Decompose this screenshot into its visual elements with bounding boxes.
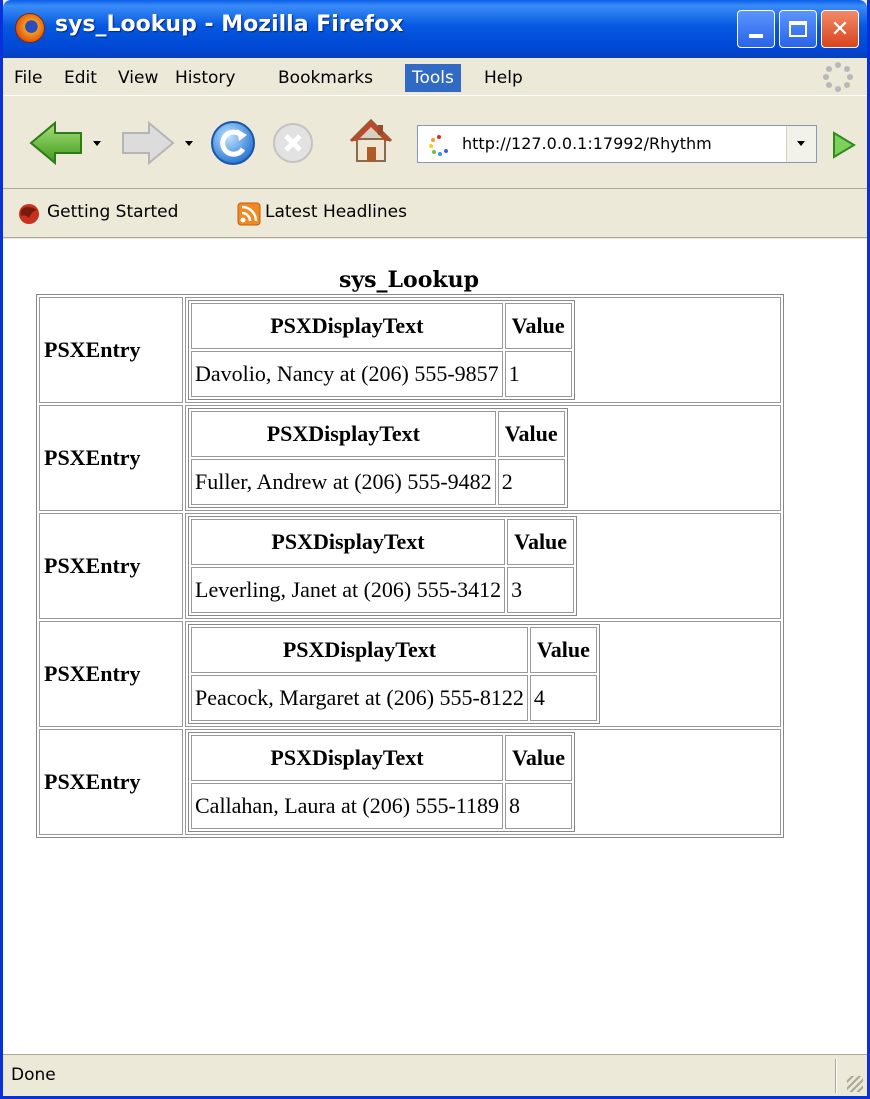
table-row: PSXEntry PSXDisplayText Value Davolio, N…	[39, 297, 781, 403]
close-icon: ✕	[830, 16, 850, 42]
home-icon[interactable]	[347, 117, 395, 165]
maximize-icon	[789, 21, 807, 37]
bookmarks-toolbar: Getting Started Latest Headlines	[3, 190, 867, 238]
display-text-cell: Fuller, Andrew at (206) 555-9482	[191, 459, 496, 505]
page-content: sys_Lookup PSXEntry PSXDisplayText Value…	[3, 239, 867, 1054]
entry-table: PSXDisplayText Value Peacock, Margaret a…	[188, 624, 600, 724]
menu-bar: File Edit View History Bookmarks Tools H…	[3, 58, 867, 96]
display-text-cell: Callahan, Laura at (206) 555-1189	[191, 783, 504, 829]
display-text-header: PSXDisplayText	[191, 735, 504, 781]
address-bar[interactable]: http://127.0.0.1:17992/Rhythm	[417, 125, 817, 163]
bookmark-latest-headlines[interactable]: Latest Headlines	[265, 202, 407, 222]
display-text-header: PSXDisplayText	[191, 303, 503, 349]
table-row: PSXEntry PSXDisplayText Value Fuller, An…	[39, 405, 781, 511]
entry-table: PSXDisplayText Value Davolio, Nancy at (…	[188, 300, 575, 400]
value-header: Value	[504, 303, 572, 349]
bookmark-getting-started[interactable]: Getting Started	[47, 202, 178, 222]
display-text-cell: Davolio, Nancy at (206) 555-9857	[191, 351, 503, 397]
entry-label: PSXEntry	[39, 729, 183, 835]
value-header: Value	[529, 627, 597, 673]
browser-window: sys_Lookup - Mozilla Firefox ✕ File Edit…	[0, 0, 870, 1099]
address-history-dropdown[interactable]	[786, 126, 816, 162]
entry-table: PSXDisplayText Value Leverling, Janet at…	[188, 516, 578, 616]
status-divider	[835, 1059, 837, 1093]
forward-history-dropdown-icon[interactable]	[185, 141, 193, 146]
entry-cell: PSXDisplayText Value Leverling, Janet at…	[185, 513, 781, 619]
display-text-cell: Leverling, Janet at (206) 555-3412	[191, 567, 506, 613]
menu-history[interactable]: History	[168, 64, 242, 92]
go-button-icon[interactable]	[825, 127, 861, 163]
menu-tools[interactable]: Tools	[405, 64, 461, 92]
page-loading-icon	[429, 135, 448, 156]
minimize-icon	[749, 34, 763, 38]
menu-bookmarks[interactable]: Bookmarks	[271, 64, 380, 92]
window-title: sys_Lookup - Mozilla Firefox	[55, 12, 404, 37]
entry-label: PSXEntry	[39, 513, 183, 619]
menu-edit[interactable]: Edit	[57, 64, 104, 92]
table-row: PSXEntry PSXDisplayText Value Peacock, M…	[39, 621, 781, 727]
firefox-bookmark-icon	[19, 204, 39, 224]
chevron-down-icon	[797, 141, 805, 146]
entry-cell: PSXDisplayText Value Davolio, Nancy at (…	[185, 297, 781, 403]
rss-feed-icon	[237, 202, 261, 226]
menu-help[interactable]: Help	[477, 64, 530, 92]
display-text-header: PSXDisplayText	[191, 519, 506, 565]
value-header: Value	[505, 735, 573, 781]
entry-label: PSXEntry	[39, 297, 183, 403]
forward-arrow-icon[interactable]	[119, 121, 177, 165]
table-row: PSXEntry PSXDisplayText Value Callahan, …	[39, 729, 781, 835]
entry-table: PSXDisplayText Value Callahan, Laura at …	[188, 732, 576, 832]
value-cell: 8	[505, 783, 573, 829]
entry-cell: PSXDisplayText Value Callahan, Laura at …	[185, 729, 781, 835]
entry-cell: PSXDisplayText Value Fuller, Andrew at (…	[185, 405, 781, 511]
entry-cell: PSXDisplayText Value Peacock, Margaret a…	[185, 621, 781, 727]
value-cell: 2	[497, 459, 565, 505]
back-arrow-icon[interactable]	[27, 121, 85, 165]
value-header: Value	[497, 411, 565, 457]
display-text-cell: Peacock, Margaret at (206) 555-8122	[191, 675, 528, 721]
lookup-table: PSXEntry PSXDisplayText Value Davolio, N…	[36, 294, 784, 838]
menu-view[interactable]: View	[111, 64, 165, 92]
stop-icon[interactable]	[271, 121, 315, 165]
display-text-header: PSXDisplayText	[191, 627, 528, 673]
value-cell: 1	[504, 351, 572, 397]
status-bar: Done	[3, 1054, 867, 1096]
page-title: sys_Lookup	[339, 267, 479, 293]
reload-icon[interactable]	[209, 119, 257, 167]
resize-grip-icon[interactable]	[847, 1076, 863, 1092]
entry-table: PSXDisplayText Value Fuller, Andrew at (…	[188, 408, 568, 508]
status-text: Done	[11, 1065, 56, 1085]
address-text: http://127.0.0.1:17992/Rhythm	[462, 134, 712, 153]
title-bar[interactable]: sys_Lookup - Mozilla Firefox ✕	[3, 0, 867, 58]
minimize-button[interactable]	[737, 10, 775, 48]
table-row: PSXEntry PSXDisplayText Value Leverling,…	[39, 513, 781, 619]
value-cell: 4	[529, 675, 597, 721]
entry-label: PSXEntry	[39, 621, 183, 727]
value-header: Value	[507, 519, 575, 565]
activity-throbber-icon	[823, 62, 853, 92]
entry-label: PSXEntry	[39, 405, 183, 511]
close-button[interactable]: ✕	[821, 10, 859, 48]
back-history-dropdown-icon[interactable]	[93, 141, 101, 146]
maximize-button[interactable]	[779, 10, 817, 48]
menu-file[interactable]: File	[7, 64, 49, 92]
value-cell: 3	[507, 567, 575, 613]
display-text-header: PSXDisplayText	[191, 411, 496, 457]
firefox-logo-icon	[15, 13, 45, 43]
navigation-toolbar: http://127.0.0.1:17992/Rhythm	[3, 97, 867, 189]
